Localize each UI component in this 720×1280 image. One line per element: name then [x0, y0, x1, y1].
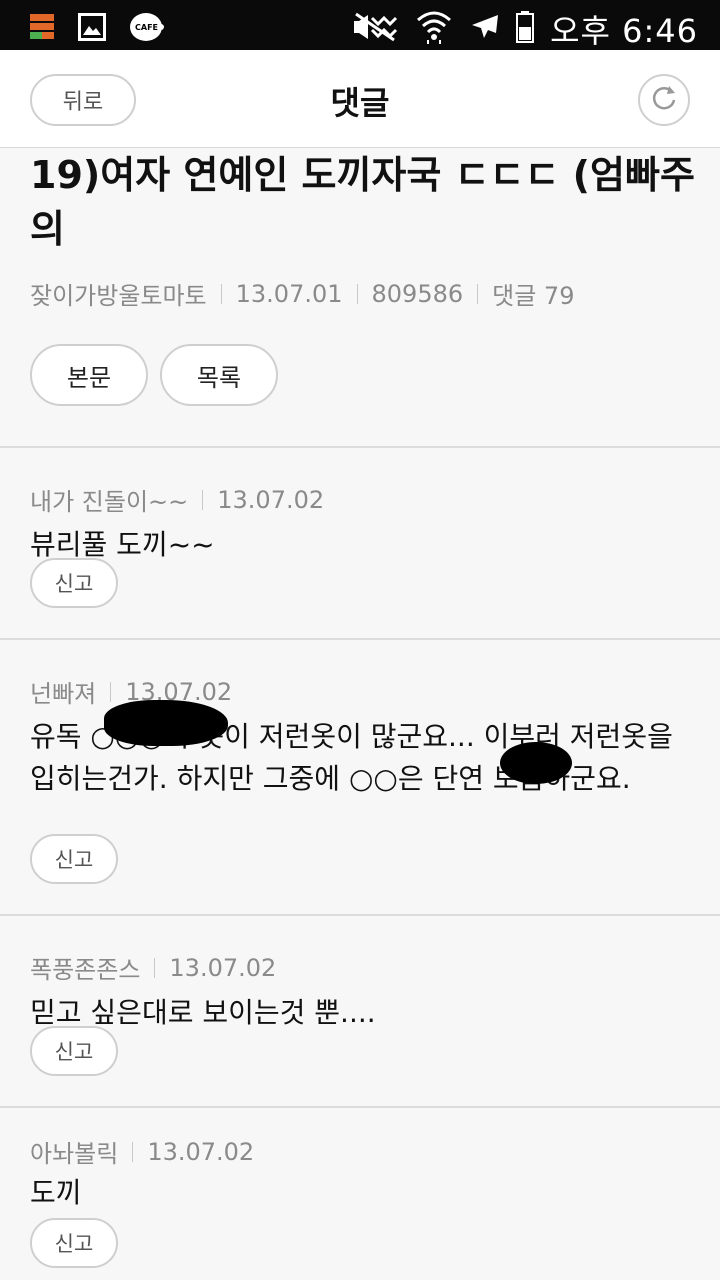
report-button[interactable]: 신고 [30, 558, 118, 608]
post-comment-count: 댓글 79 [492, 282, 575, 310]
app-bar: 뒤로 댓글 [0, 50, 720, 148]
divider [220, 283, 222, 304]
status-bar: CAFE 오후 6:46 [0, 0, 720, 50]
cafe-icon: CAFE [130, 12, 164, 46]
comment-date: 13.07.02 [217, 485, 325, 514]
cafe-icon-label: CAFE [135, 23, 158, 32]
comment-meta: 아놔볼릭 13.07.02 [30, 1134, 254, 1169]
comment-item: 아놔볼릭 13.07.02 도끼 신고 [0, 1108, 720, 1280]
comment-item: 내가 진돌이~~ 13.07.02 뷰리풀 도끼~~ 신고 [0, 448, 720, 640]
mute-icon [354, 12, 400, 46]
divider [154, 957, 156, 978]
refresh-icon [650, 84, 678, 116]
comment-date: 13.07.02 [147, 1137, 255, 1166]
post-date: 13.07.01 [235, 279, 343, 308]
view-body-button[interactable]: 본문 [30, 344, 148, 406]
post-buttons: 본문 목록 [30, 344, 278, 406]
comment-text: 믿고 싶은대로 보이는것 뿐.... [30, 996, 376, 1029]
redaction-mark [104, 700, 228, 746]
comment-meta: 폭풍존존스 13.07.02 [30, 950, 276, 985]
comment-item: 넌빠져 13.07.02 유독 ○○○의 옷이 저런옷이 많군요... 이부러 … [0, 640, 720, 916]
battery-icon [516, 11, 535, 47]
gallery-icon [78, 13, 106, 45]
comment-meta: 내가 진돌이~~ 13.07.02 [30, 482, 324, 517]
divider [132, 1141, 134, 1162]
comment-date: 13.07.02 [169, 953, 277, 982]
list-button[interactable]: 목록 [160, 344, 278, 406]
post-author: 잦이가방울토마토 [30, 282, 207, 310]
post-views: 809586 [371, 279, 464, 308]
divider [202, 489, 204, 510]
comment-item: 폭풍존존스 13.07.02 믿고 싶은대로 보이는것 뿐.... 신고 [0, 916, 720, 1108]
divider [477, 283, 479, 304]
status-bar-left: CAFE [30, 12, 164, 46]
comment-author: 내가 진돌이~~ [30, 488, 189, 516]
status-bar-right: 오후 6:46 [354, 6, 698, 52]
report-button[interactable]: 신고 [30, 1218, 118, 1268]
comment-text: 뷰리풀 도끼~~ [30, 528, 215, 561]
post-title: 19)여자 연예인 도끼자국 ㄷㄷㄷ (엄빠주의 [30, 153, 695, 251]
comment-author: 폭풍존존스 [30, 956, 141, 984]
refresh-button[interactable] [638, 74, 690, 126]
post-meta: 잦이가방울토마토 13.07.01 809586 댓글 79 [30, 276, 574, 311]
divider [110, 681, 112, 702]
notification-icon [30, 14, 54, 44]
report-button[interactable]: 신고 [30, 834, 118, 884]
status-time: 오후 6:46 [550, 12, 698, 50]
wifi-icon [416, 10, 452, 48]
comment-author: 넌빠져 [30, 680, 97, 708]
page-title: 댓글 [330, 84, 390, 122]
divider [356, 283, 358, 304]
report-button[interactable]: 신고 [30, 1026, 118, 1076]
comment-text: 도끼 [30, 1176, 82, 1209]
comment-author: 아놔볼릭 [30, 1140, 119, 1168]
post-header: 19)여자 연예인 도끼자국 ㄷㄷㄷ (엄빠주의 잦이가방울토마토 13.07.… [0, 148, 720, 448]
redaction-mark [500, 742, 572, 784]
airplane-icon [468, 11, 500, 47]
